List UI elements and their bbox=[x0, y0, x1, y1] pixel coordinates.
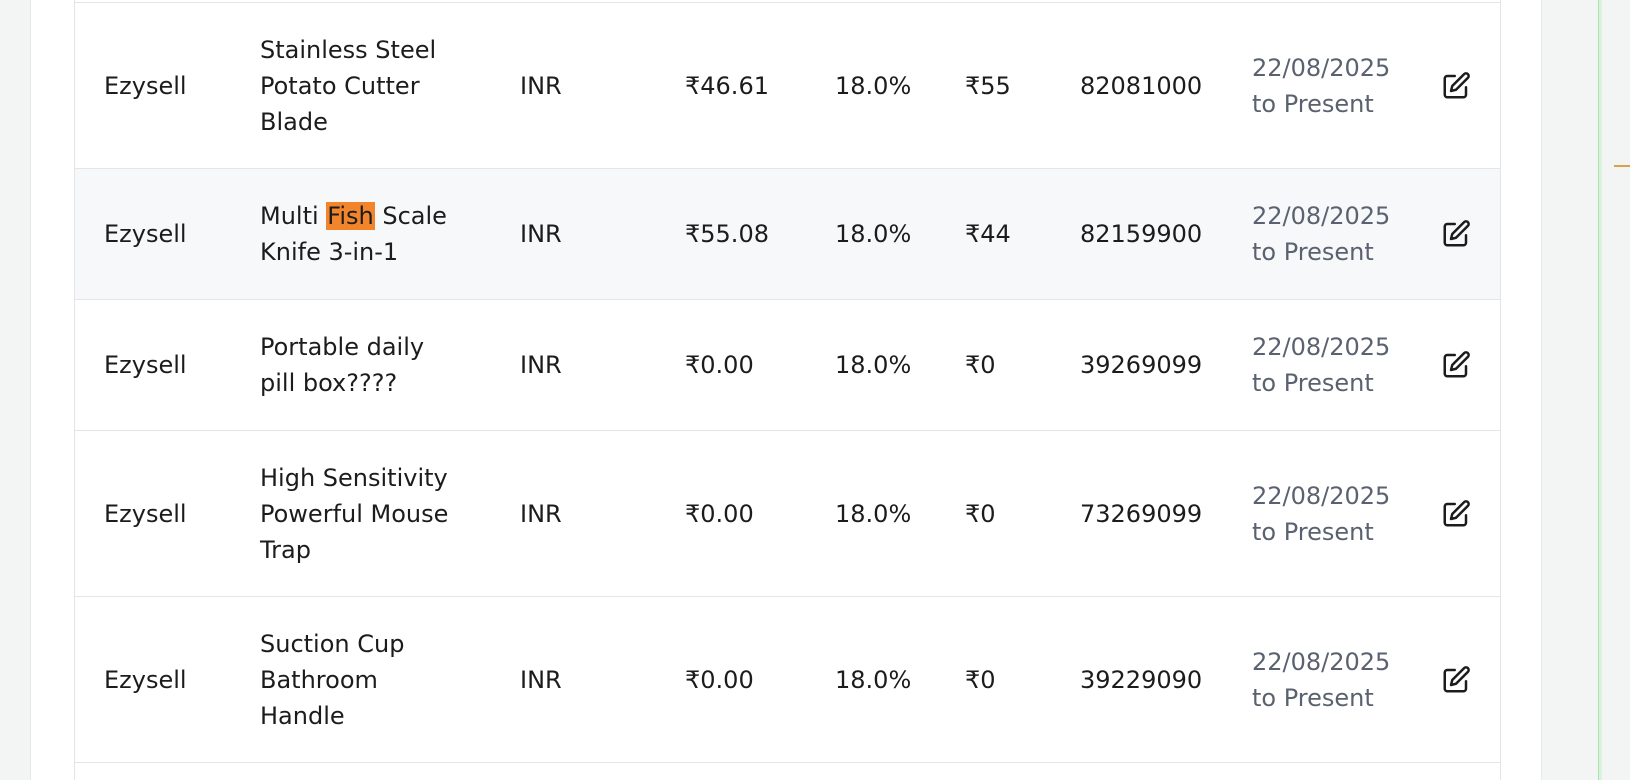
tax-rate: 18.0% bbox=[835, 499, 912, 528]
hsn-code: 39269099 bbox=[1080, 351, 1203, 379]
price: ₹46.61 bbox=[685, 71, 769, 100]
table-row: Ezysell Portable daily pill box???? INR … bbox=[75, 300, 1500, 431]
currency: INR bbox=[520, 220, 562, 248]
products-table: Ezysell Stainless Steel Potato Cutter Bl… bbox=[74, 0, 1501, 780]
price: ₹0.00 bbox=[685, 499, 754, 528]
validity-dates: 22/08/2025 to Present bbox=[1252, 647, 1391, 712]
product-name: Stainless Steel Potato Cutter Blade bbox=[260, 35, 437, 136]
product-name: Portable daily pill box???? bbox=[260, 333, 425, 397]
product-name: Suction Cup Bathroom Handle bbox=[260, 629, 405, 730]
validity-dates: 22/08/2025 to Present bbox=[1252, 202, 1391, 266]
currency: INR bbox=[520, 351, 562, 379]
tax-amount: ₹44 bbox=[965, 220, 1011, 248]
price: ₹0.00 bbox=[685, 351, 754, 379]
hsn-code: 82081000 bbox=[1080, 71, 1203, 100]
hsn-code: 73269099 bbox=[1080, 499, 1203, 528]
seller-name: Ezysell bbox=[104, 351, 187, 379]
tax-rate: 18.0% bbox=[835, 665, 912, 694]
hsn-code: 82159900 bbox=[1080, 220, 1203, 248]
edit-icon[interactable] bbox=[1441, 71, 1471, 101]
edit-icon[interactable] bbox=[1441, 350, 1471, 380]
table-row: Ezysell Suction Cup Bathroom Handle INR … bbox=[75, 597, 1500, 763]
hsn-code: 39229090 bbox=[1080, 665, 1203, 694]
tax-amount: ₹0 bbox=[965, 351, 996, 379]
edit-icon[interactable] bbox=[1441, 219, 1471, 249]
edit-icon[interactable] bbox=[1441, 665, 1471, 695]
currency: INR bbox=[520, 71, 562, 100]
tax-rate: 18.0% bbox=[835, 71, 912, 100]
seller-name: Ezysell bbox=[104, 71, 187, 100]
seller-name: Ezysell bbox=[104, 499, 187, 528]
tax-rate: 18.0% bbox=[835, 351, 912, 379]
table-row: Ezysell Stainless Steel Potato Cutter Bl… bbox=[75, 3, 1500, 169]
price: ₹55.08 bbox=[685, 220, 769, 248]
seller-name: Ezysell bbox=[104, 220, 187, 248]
scroll-track[interactable] bbox=[1598, 0, 1602, 780]
price: ₹0.00 bbox=[685, 665, 754, 694]
validity-dates: 22/08/2025 to Present bbox=[1252, 53, 1391, 118]
currency: INR bbox=[520, 665, 562, 694]
tax-amount: ₹55 bbox=[965, 71, 1011, 100]
table-row: Ezysell High Sensitivity Powerful Mouse … bbox=[75, 431, 1500, 597]
table-row: Ezysell Multi Fish Scale Knife 3-in-1 IN… bbox=[75, 169, 1500, 300]
currency: INR bbox=[520, 499, 562, 528]
tax-rate: 18.0% bbox=[835, 220, 912, 248]
search-highlight: Fish bbox=[326, 202, 375, 230]
product-name: Multi Fish Scale Knife 3-in-1 bbox=[260, 202, 447, 266]
tax-amount: ₹0 bbox=[965, 499, 996, 528]
tax-amount: ₹0 bbox=[965, 665, 996, 694]
validity-dates: 22/08/2025 to Present bbox=[1252, 481, 1391, 546]
product-name: High Sensitivity Powerful Mouse Trap bbox=[260, 463, 449, 564]
content-panel: Ezysell Stainless Steel Potato Cutter Bl… bbox=[30, 0, 1542, 780]
validity-dates: 22/08/2025 to Present bbox=[1252, 333, 1391, 397]
seller-name: Ezysell bbox=[104, 665, 187, 694]
scroll-marker bbox=[1614, 165, 1630, 167]
edit-icon[interactable] bbox=[1441, 499, 1471, 529]
